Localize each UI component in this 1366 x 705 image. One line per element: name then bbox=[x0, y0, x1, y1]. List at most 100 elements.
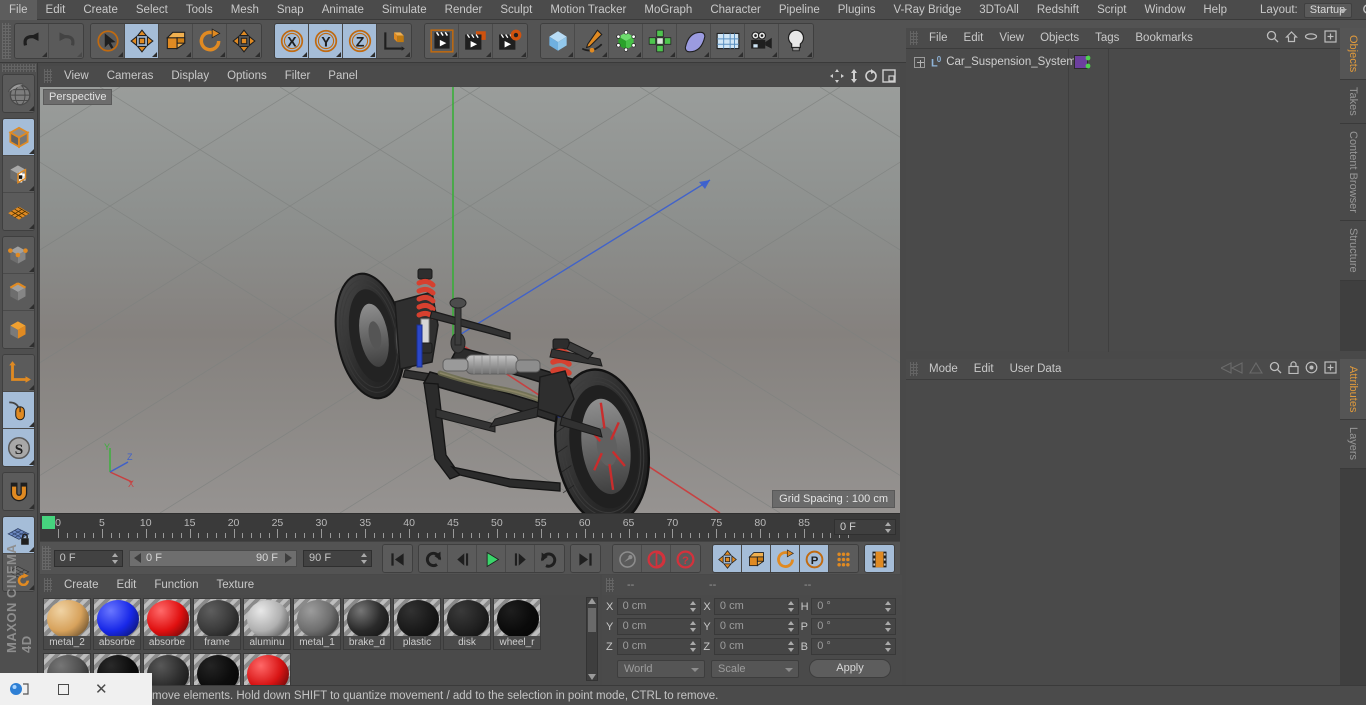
menu-item-character[interactable]: Character bbox=[701, 0, 770, 20]
record-pla-button[interactable]: P bbox=[800, 544, 829, 572]
add-light-button[interactable] bbox=[779, 24, 813, 58]
pan-icon[interactable] bbox=[830, 69, 844, 86]
right-tab-content-browser[interactable]: Content Browser bbox=[1340, 124, 1366, 221]
object-menu-tags[interactable]: Tags bbox=[1087, 28, 1127, 48]
world-object-coordinate-button[interactable] bbox=[377, 24, 411, 58]
next-keyframe-button[interactable] bbox=[535, 544, 564, 572]
right-tab-structure[interactable]: Structure bbox=[1340, 220, 1366, 281]
scrollbar-thumb[interactable] bbox=[588, 608, 596, 632]
menu-item-help[interactable]: Help bbox=[1194, 0, 1236, 20]
attribute-menu-mode[interactable]: Mode bbox=[921, 359, 966, 379]
window-close-icon[interactable]: ✕ bbox=[95, 682, 108, 697]
material-swatch[interactable] bbox=[243, 653, 291, 685]
viewport-menu-options[interactable]: Options bbox=[218, 66, 276, 86]
go-to-end-button[interactable] bbox=[571, 544, 600, 572]
object-menu-edit[interactable]: Edit bbox=[956, 28, 992, 48]
stepper-icon[interactable] bbox=[690, 641, 697, 652]
rotate-tool[interactable] bbox=[193, 24, 227, 58]
coordinate-value-field[interactable]: 0 cm bbox=[616, 618, 702, 635]
material-swatch[interactable]: plastic bbox=[393, 598, 441, 650]
coordinate-value-field[interactable]: 0 ° bbox=[811, 618, 896, 635]
viewport-menu-filter[interactable]: Filter bbox=[276, 66, 320, 86]
step-back-button[interactable] bbox=[448, 544, 477, 572]
record-parameter-button[interactable] bbox=[829, 544, 858, 572]
object-menu-objects[interactable]: Objects bbox=[1032, 28, 1087, 48]
menu-item-edit[interactable]: Edit bbox=[37, 0, 75, 20]
menu-item-redshift[interactable]: Redshift bbox=[1028, 0, 1088, 20]
menu-item-animate[interactable]: Animate bbox=[313, 0, 373, 20]
preview-range-slider[interactable]: 0 F 90 F bbox=[129, 549, 298, 567]
live-selection-tool[interactable] bbox=[91, 24, 125, 58]
coordinate-manager-grip[interactable] bbox=[606, 578, 614, 592]
material-menu-create[interactable]: Create bbox=[55, 575, 108, 595]
range-left-arrow-icon[interactable] bbox=[134, 552, 142, 563]
right-tab-takes[interactable]: Takes bbox=[1340, 80, 1366, 125]
stepper-icon[interactable] bbox=[112, 552, 119, 564]
menu-item-render[interactable]: Render bbox=[436, 0, 492, 20]
previous-keyframe-button[interactable] bbox=[419, 544, 448, 572]
right-tab-objects[interactable]: Objects bbox=[1340, 28, 1366, 81]
stepper-icon[interactable] bbox=[787, 621, 795, 632]
window-maximize-icon[interactable] bbox=[58, 683, 69, 695]
material-swatch[interactable] bbox=[193, 653, 241, 685]
material-menu-function[interactable]: Function bbox=[145, 575, 207, 595]
add-deformer-button[interactable] bbox=[677, 24, 711, 58]
expand-toggle-icon[interactable] bbox=[914, 56, 925, 68]
menu-item-3dtoall[interactable]: 3DToAll bbox=[970, 0, 1028, 20]
ellipse-icon[interactable] bbox=[1304, 30, 1318, 46]
coordinate-value-field[interactable]: 0 cm bbox=[713, 598, 799, 615]
left-toolbar-grip[interactable] bbox=[1, 64, 36, 72]
move-tool[interactable] bbox=[125, 24, 159, 58]
toolbar-grip[interactable] bbox=[2, 23, 11, 59]
object-manager-body[interactable]: L0 Car_Suspension_System bbox=[906, 48, 1340, 352]
coordinate-value-field[interactable]: 0 ° bbox=[811, 638, 896, 655]
render-view-button[interactable] bbox=[425, 24, 459, 58]
stepper-icon[interactable] bbox=[787, 641, 795, 652]
record-active-objects-button[interactable] bbox=[642, 544, 671, 572]
add-camera-button[interactable] bbox=[745, 24, 779, 58]
c4d-logo-icon[interactable] bbox=[6, 679, 32, 699]
current-time-marker[interactable] bbox=[42, 516, 55, 529]
rotate-icon[interactable] bbox=[864, 69, 878, 86]
menu-item-simulate[interactable]: Simulate bbox=[373, 0, 436, 20]
attribute-menu-user-data[interactable]: User Data bbox=[1002, 359, 1070, 379]
menu-item-file[interactable]: File bbox=[0, 0, 37, 20]
undo-view-button[interactable] bbox=[3, 75, 34, 112]
record-rotation-button[interactable] bbox=[771, 544, 800, 572]
menu-item-script[interactable]: Script bbox=[1088, 0, 1135, 20]
search-icon[interactable] bbox=[1269, 361, 1282, 377]
material-scrollbar[interactable] bbox=[586, 597, 598, 681]
viewport-menu-panel[interactable]: Panel bbox=[319, 66, 366, 86]
stepper-icon[interactable] bbox=[787, 601, 795, 612]
material-swatch[interactable]: absorbe bbox=[93, 598, 141, 650]
stepper-icon[interactable] bbox=[884, 641, 892, 652]
animation-toolbar-grip[interactable] bbox=[42, 546, 51, 570]
add-array-button[interactable] bbox=[643, 24, 677, 58]
end-frame-field[interactable]: 90 F bbox=[303, 549, 373, 567]
material-manager-body[interactable]: metal_2 absorbe absorbe frame aluminu metal_1… bbox=[40, 595, 600, 685]
plus-box-icon[interactable] bbox=[1324, 30, 1337, 46]
soft-selection-button[interactable]: S bbox=[3, 429, 34, 466]
lock-y-axis-button[interactable]: Y bbox=[309, 24, 343, 58]
menu-item-plugins[interactable]: Plugins bbox=[829, 0, 885, 20]
step-forward-button[interactable] bbox=[506, 544, 535, 572]
prev-icon[interactable] bbox=[1219, 361, 1243, 377]
material-menu-edit[interactable]: Edit bbox=[108, 575, 146, 595]
dynamic-place-tool[interactable] bbox=[227, 24, 261, 58]
zoom-icon[interactable] bbox=[848, 69, 860, 86]
record-scale-button[interactable] bbox=[742, 544, 771, 572]
home-icon[interactable] bbox=[1285, 30, 1298, 46]
render-settings-button[interactable] bbox=[493, 24, 527, 58]
object-manager-grip[interactable] bbox=[910, 31, 918, 45]
menu-item-snap[interactable]: Snap bbox=[268, 0, 313, 20]
stepper-icon[interactable] bbox=[885, 522, 892, 533]
material-manager-grip[interactable] bbox=[44, 578, 52, 592]
material-swatch[interactable]: metal_2 bbox=[43, 598, 91, 650]
go-to-start-button[interactable] bbox=[383, 544, 412, 572]
scale-tool[interactable] bbox=[159, 24, 193, 58]
record-position-button[interactable] bbox=[713, 544, 742, 572]
material-swatch[interactable]: absorbe bbox=[143, 598, 191, 650]
material-menu-texture[interactable]: Texture bbox=[207, 575, 263, 595]
make-editable-button[interactable] bbox=[3, 119, 34, 156]
range-right-arrow-icon[interactable] bbox=[285, 552, 293, 563]
